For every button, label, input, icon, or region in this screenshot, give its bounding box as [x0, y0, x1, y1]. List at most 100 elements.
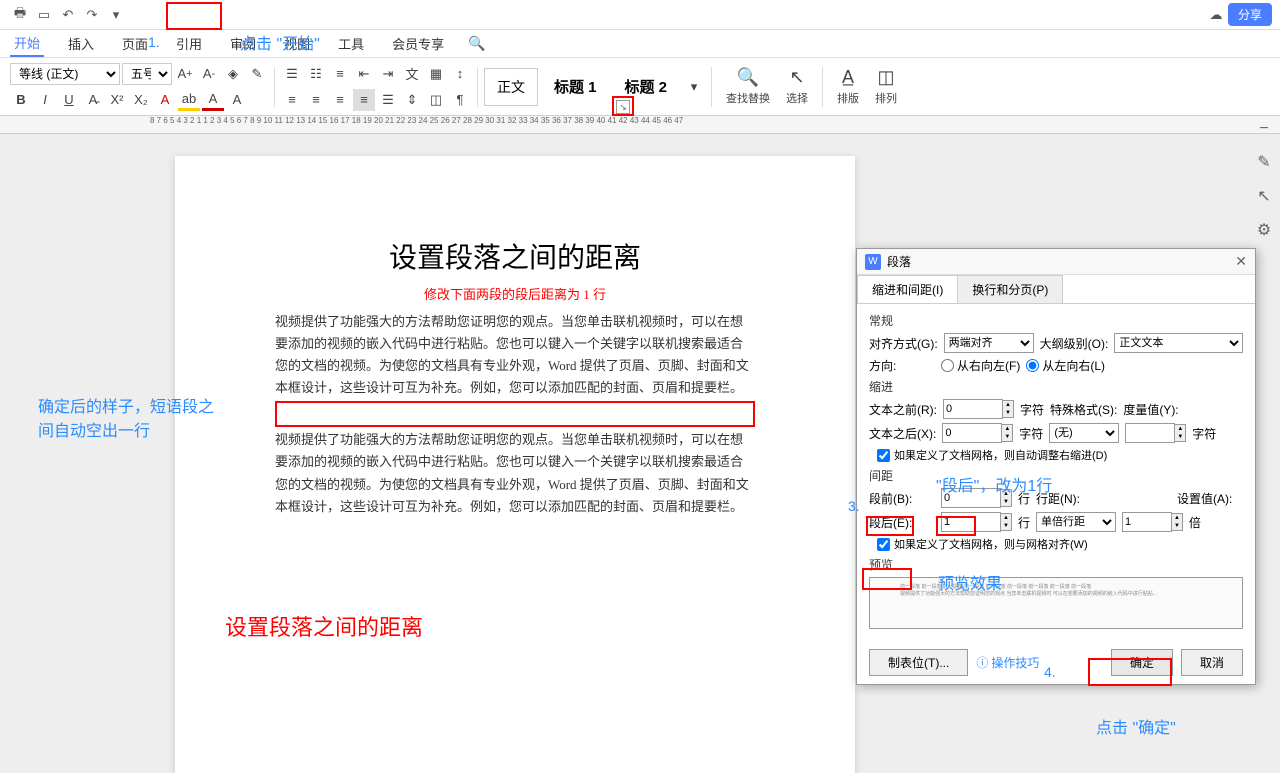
cb-auto-indent[interactable]: 如果定义了文档网格，则自动调整右缩进(D) — [877, 447, 1243, 463]
font-color-icon[interactable]: A — [202, 89, 224, 111]
undo-icon[interactable]: ↶ — [56, 3, 80, 27]
before-text-input[interactable] — [943, 399, 1003, 419]
outline-select[interactable]: 正文文本 — [1114, 333, 1243, 353]
set-val-input[interactable] — [1122, 512, 1172, 532]
style-heading2[interactable]: 标题 2 — [613, 76, 680, 97]
doc-paragraph-2: 视频提供了功能强大的方法帮助您证明您的观点。当您单击联机视频时，可以在想要添加的… — [275, 429, 755, 517]
after-para-input[interactable] — [941, 512, 1001, 532]
menu-insert[interactable]: 插入 — [64, 31, 98, 56]
section-indent: 缩进 — [869, 378, 1243, 395]
menu-review[interactable]: 审阅 — [226, 31, 260, 56]
annotation-title-red: 设置段落之间的距离 — [225, 610, 423, 642]
style-more-icon[interactable]: ▾ — [683, 76, 705, 98]
font-name-select[interactable]: 等线 (正文) — [10, 63, 120, 85]
shading-icon[interactable]: A — [226, 89, 248, 111]
find-replace-button[interactable]: 🔍查找替换 — [718, 67, 778, 106]
strike-icon[interactable]: A̵ — [82, 89, 104, 111]
sort-icon[interactable]: ↕ — [449, 63, 471, 85]
line-spacing-icon[interactable]: ⇕ — [401, 89, 423, 111]
bold-icon[interactable]: B — [10, 89, 32, 111]
before-para-label: 段前(B): — [869, 490, 935, 507]
highlight-icon[interactable]: ab — [178, 89, 200, 111]
paragraph-expand-arrow[interactable]: ↘ — [616, 100, 630, 114]
numbering-icon[interactable]: ☷ — [305, 63, 327, 85]
menu-start[interactable]: 开始 — [10, 30, 44, 57]
menu-reference[interactable]: 引用 — [172, 31, 206, 56]
dir-ltr-radio[interactable]: 从左向右(L) — [1026, 357, 1105, 374]
layout-button[interactable]: A̲排版 — [829, 67, 867, 106]
tips-link[interactable]: ⓘ 操作技巧 — [976, 654, 1039, 671]
pen-icon[interactable]: ✎ — [1257, 152, 1270, 172]
tab-line-page[interactable]: 换行和分页(P) — [957, 275, 1063, 303]
border-icon[interactable]: ▦ — [425, 63, 447, 85]
phonetic-icon[interactable]: 文 — [401, 63, 423, 85]
close-icon[interactable]: ✕ — [1235, 253, 1247, 270]
font-effect-icon[interactable]: A — [154, 89, 176, 111]
section-general: 常规 — [869, 312, 1243, 329]
increase-font-icon[interactable]: A+ — [174, 63, 196, 85]
subscript-icon[interactable]: X₂ — [130, 89, 152, 111]
menubar: 开始 插入 页面 引用 审阅 视图 工具 会员专享 🔍 — [0, 30, 1280, 58]
dir-rtl-radio[interactable]: 从右向左(F) — [941, 357, 1020, 374]
align-right-icon[interactable]: ≡ — [329, 89, 351, 111]
style-heading1[interactable]: 标题 1 — [542, 76, 609, 97]
doc-subtitle: 修改下面两段的段后距离为 1 行 — [275, 284, 755, 303]
decrease-indent-icon[interactable]: ⇤ — [353, 63, 375, 85]
menu-page[interactable]: 页面 — [118, 31, 152, 56]
tabs-button[interactable]: 制表位(T)... — [869, 649, 968, 676]
bullets-icon[interactable]: ☰ — [281, 63, 303, 85]
save-icon[interactable]: 🖶 — [8, 3, 32, 27]
cursor-icon[interactable]: ↖ — [1257, 186, 1270, 206]
menu-vip[interactable]: 会员专享 — [388, 31, 448, 56]
doc-title: 设置段落之间的距离 — [275, 236, 755, 276]
before-text-label: 文本之前(R): — [869, 401, 937, 418]
special-label: 特殊格式(S): — [1050, 401, 1117, 418]
show-marks-icon[interactable]: ¶ — [449, 89, 471, 111]
cancel-button[interactable]: 取消 — [1181, 649, 1243, 676]
style-normal[interactable]: 正文 — [484, 68, 538, 106]
cb-snap-grid[interactable]: 如果定义了文档网格，则与网格对齐(W) — [877, 536, 1243, 552]
cloud-icon[interactable]: ☁ — [1204, 3, 1228, 27]
zoom-out-icon[interactable]: − — [1259, 120, 1268, 138]
underline-icon[interactable]: U — [58, 89, 80, 111]
align-justify-icon[interactable]: ≡ — [353, 89, 375, 111]
align-label: 对齐方式(G): — [869, 335, 938, 352]
decrease-font-icon[interactable]: A- — [198, 63, 220, 85]
clear-format-icon[interactable]: ◈ — [222, 63, 244, 85]
align-center-icon[interactable]: ≡ — [305, 89, 327, 111]
tab-indent-spacing[interactable]: 缩进和间距(I) — [857, 275, 958, 303]
dialog-tabs: 缩进和间距(I) 换行和分页(P) — [857, 275, 1255, 304]
superscript-icon[interactable]: X² — [106, 89, 128, 111]
preview-icon[interactable]: ▭ — [32, 3, 56, 27]
italic-icon[interactable]: I — [34, 89, 56, 111]
special-select[interactable]: (无) — [1049, 423, 1119, 443]
select-button[interactable]: ↖选择 — [778, 67, 816, 106]
titlebar: 🖶 ▭ ↶ ↷ ▾ ☁ 分享 — [0, 0, 1280, 30]
increase-indent-icon[interactable]: ⇥ — [377, 63, 399, 85]
menu-view[interactable]: 视图 — [280, 31, 314, 56]
dialog-titlebar: W 段落 ✕ — [857, 249, 1255, 275]
align-select[interactable]: 两端对齐 — [944, 333, 1034, 353]
after-text-input[interactable] — [942, 423, 1002, 443]
document-page[interactable]: 设置段落之间的距离 修改下面两段的段后距离为 1 行 视频提供了功能强大的方法帮… — [175, 156, 855, 773]
multilevel-icon[interactable]: ≡ — [329, 63, 351, 85]
format-painter-icon[interactable]: ✎ — [246, 63, 268, 85]
menu-tools[interactable]: 工具 — [334, 31, 368, 56]
measure-input[interactable] — [1125, 423, 1175, 443]
before-para-input[interactable] — [941, 488, 1001, 508]
font-size-select[interactable]: 五号 — [122, 63, 172, 85]
distribute-icon[interactable]: ☰ — [377, 89, 399, 111]
redo-icon[interactable]: ↷ — [80, 3, 104, 27]
outline-label: 大纲级别(O): — [1040, 335, 1109, 352]
settings-icon[interactable]: ⚙ — [1257, 220, 1271, 240]
search-icon[interactable]: 🔍 — [468, 35, 485, 52]
dropdown-icon[interactable]: ▾ — [104, 3, 128, 27]
preview-box: 前一段落 前一段落 前一段落 前一段落 前一段落 前一段落 前一段落 前一段落 … — [869, 577, 1243, 629]
doc-paragraph-1: 视频提供了功能强大的方法帮助您证明您的观点。当您单击联机视频时，可以在想要添加的… — [275, 311, 755, 399]
align-left-icon[interactable]: ≡ — [281, 89, 303, 111]
share-button[interactable]: 分享 — [1228, 3, 1272, 26]
ok-button[interactable]: 确定 — [1111, 649, 1173, 676]
arrange-button[interactable]: ◫排列 — [867, 67, 905, 106]
fill-color-icon[interactable]: ◫ — [425, 89, 447, 111]
line-spacing-select[interactable]: 单倍行距 — [1036, 512, 1116, 532]
